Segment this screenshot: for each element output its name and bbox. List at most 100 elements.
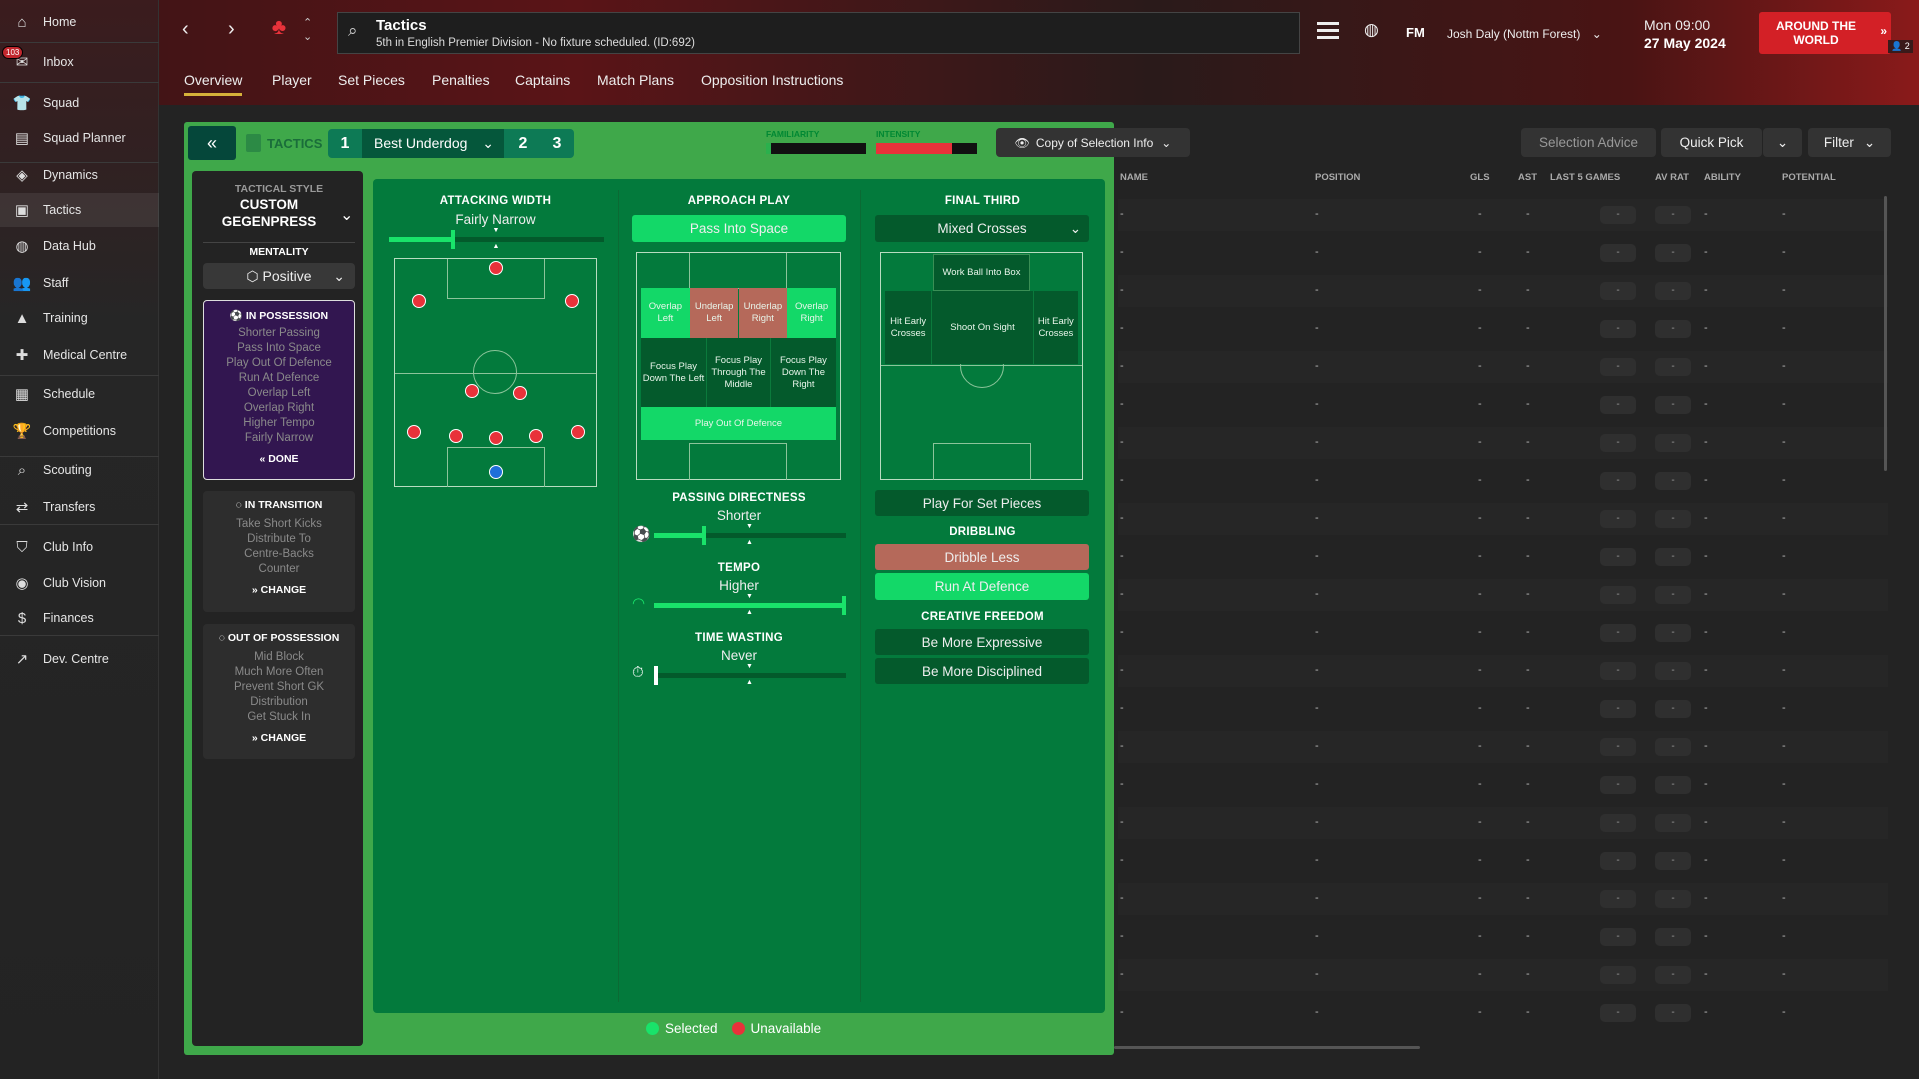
column-header[interactable]: AST bbox=[1518, 172, 1537, 183]
sidebar-item-club-vision[interactable]: ◉ Club Vision bbox=[0, 566, 159, 600]
sidebar-item-home[interactable]: ⌂ Home bbox=[0, 5, 159, 39]
globe-icon[interactable]: ◍ bbox=[1364, 20, 1379, 40]
crossing-dropdown[interactable]: Mixed Crosses ⌄ bbox=[875, 215, 1089, 242]
table-row[interactable]: -------- bbox=[1118, 389, 1888, 421]
club-crest-icon[interactable]: ♣ bbox=[268, 14, 290, 50]
sidebar-item-dev-centre[interactable]: ↗ Dev. Centre bbox=[0, 642, 159, 676]
sidebar-item-data-hub[interactable]: ◍ Data Hub bbox=[0, 229, 159, 263]
tactical-style-dropdown[interactable]: CUSTOM GEGENPRESS bbox=[203, 196, 335, 230]
table-row[interactable]: -------- bbox=[1118, 693, 1888, 725]
sidebar-item-staff[interactable]: 👥 Staff bbox=[0, 266, 159, 300]
goalkeeper-marker[interactable] bbox=[488, 465, 503, 480]
zone-work-ball-into-box[interactable]: Work Ball Into Box bbox=[933, 254, 1030, 292]
time-wasting-slider[interactable]: ▼ ▲ bbox=[654, 663, 846, 686]
column-header[interactable]: ABILITY bbox=[1704, 172, 1741, 183]
tab-overview[interactable]: Overview bbox=[184, 72, 243, 96]
tab-captains[interactable]: Captains bbox=[515, 72, 570, 88]
sidebar-item-training[interactable]: ▲ Training bbox=[0, 301, 159, 335]
table-row[interactable]: -------- bbox=[1118, 845, 1888, 877]
column-header[interactable]: POTENTIAL bbox=[1782, 172, 1836, 183]
vertical-scrollbar[interactable] bbox=[1884, 196, 1887, 471]
dribble-less-button[interactable]: Dribble Less bbox=[875, 544, 1089, 570]
be-more-disciplined-button[interactable]: Be More Disciplined bbox=[875, 658, 1089, 684]
in-transition-box[interactable]: ◌ IN TRANSITION Take Short Kicks Distribu… bbox=[203, 491, 355, 612]
zone-hit-early-crosses-right[interactable]: Hit Early Crosses bbox=[1033, 291, 1078, 364]
zone-focus-right[interactable]: Focus Play Down The Right bbox=[770, 337, 836, 408]
column-header[interactable]: POSITION bbox=[1315, 172, 1360, 183]
in-possession-box[interactable]: ⚽ IN POSSESSION Shorter Passing Pass Into… bbox=[203, 300, 355, 480]
quick-pick-dropdown[interactable]: ⌄ bbox=[1763, 128, 1802, 157]
menu-icon[interactable] bbox=[1317, 22, 1339, 39]
table-row[interactable]: -------- bbox=[1118, 807, 1888, 839]
change-oop-button[interactable]: » CHANGE bbox=[203, 732, 355, 744]
passing-directness-slider[interactable]: ▼ ▲ bbox=[654, 523, 846, 546]
collapse-button[interactable]: « bbox=[188, 126, 236, 160]
mentality-dropdown[interactable]: ⬡ Positive ⌄ bbox=[203, 263, 355, 289]
tempo-slider[interactable]: ▼ ▲ bbox=[654, 593, 846, 616]
tactic-slot-3[interactable]: 3 bbox=[542, 129, 572, 158]
sidebar-item-squad-planner[interactable]: ▤ Squad Planner bbox=[0, 121, 159, 155]
chevron-down-icon[interactable]: ⌄ bbox=[340, 205, 353, 225]
table-row[interactable]: -------- bbox=[1118, 731, 1888, 763]
table-row[interactable]: -------- bbox=[1118, 199, 1888, 231]
run-at-defence-button[interactable]: Run At Defence bbox=[875, 573, 1089, 600]
play-for-set-pieces-button[interactable]: Play For Set Pieces bbox=[875, 490, 1089, 516]
change-transition-button[interactable]: » CHANGE bbox=[203, 584, 355, 596]
sidebar-item-finances[interactable]: $ Finances bbox=[0, 601, 159, 635]
fm-logo[interactable]: FM bbox=[1406, 25, 1425, 40]
done-button[interactable]: « DONE bbox=[204, 453, 354, 465]
zone-focus-left[interactable]: Focus Play Down The Left bbox=[641, 337, 706, 408]
continue-button[interactable]: AROUND THE WORLD » bbox=[1759, 12, 1891, 54]
column-header[interactable]: NAME bbox=[1120, 172, 1148, 183]
out-of-possession-box[interactable]: ◌ OUT OF POSSESSION Mid Block Much More O… bbox=[203, 624, 355, 759]
player-marker[interactable] bbox=[488, 261, 503, 276]
table-row[interactable]: -------- bbox=[1118, 351, 1888, 383]
zone-shoot-on-sight[interactable]: Shoot On Sight bbox=[931, 291, 1034, 364]
table-row[interactable]: -------- bbox=[1118, 883, 1888, 915]
tab-opposition-instructions[interactable]: Opposition Instructions bbox=[701, 72, 843, 88]
zone-underlap-left[interactable]: Underlap Left bbox=[689, 288, 739, 338]
back-button[interactable]: ‹ bbox=[182, 18, 189, 41]
player-marker[interactable] bbox=[570, 424, 585, 439]
sidebar-item-transfers[interactable]: ⇄ Transfers bbox=[0, 490, 159, 524]
column-header[interactable]: GLS bbox=[1470, 172, 1490, 183]
player-marker[interactable] bbox=[564, 293, 579, 308]
zone-play-out-of-defence[interactable]: Play Out Of Defence bbox=[641, 407, 836, 440]
sidebar-item-competitions[interactable]: 🏆 Competitions bbox=[0, 414, 159, 448]
player-marker[interactable] bbox=[412, 293, 427, 308]
table-row[interactable]: -------- bbox=[1118, 275, 1888, 307]
sidebar-item-tactics[interactable]: ▣ Tactics bbox=[0, 193, 159, 227]
table-row[interactable]: -------- bbox=[1118, 313, 1888, 345]
player-marker[interactable] bbox=[449, 429, 464, 444]
player-marker[interactable] bbox=[407, 424, 422, 439]
tactic-selector[interactable]: Best Underdog ⌄ bbox=[362, 129, 504, 158]
tab-match-plans[interactable]: Match Plans bbox=[597, 72, 674, 88]
tab-player[interactable]: Player bbox=[272, 72, 312, 88]
zone-overlap-left[interactable]: Overlap Left bbox=[641, 288, 690, 338]
tab-set-pieces[interactable]: Set Pieces bbox=[338, 72, 405, 88]
tactic-slot-2[interactable]: 2 bbox=[508, 129, 538, 158]
sidebar-item-medical-centre[interactable]: ✚ Medical Centre bbox=[0, 338, 159, 372]
player-marker[interactable] bbox=[465, 383, 480, 398]
table-row[interactable]: -------- bbox=[1118, 427, 1888, 459]
table-row[interactable]: -------- bbox=[1118, 921, 1888, 953]
sidebar-item-squad[interactable]: 👕 Squad bbox=[0, 86, 159, 120]
sidebar-item-dynamics[interactable]: ◈ Dynamics bbox=[0, 158, 159, 192]
horizontal-scrollbar[interactable] bbox=[1114, 1046, 1420, 1049]
club-switch-icon[interactable]: ⌃ ⌄ bbox=[303, 16, 312, 44]
table-row[interactable]: -------- bbox=[1118, 655, 1888, 687]
sidebar-item-scouting[interactable]: ⌕ Scouting bbox=[0, 453, 159, 487]
table-row[interactable]: -------- bbox=[1118, 617, 1888, 649]
attacking-width-slider[interactable]: ▼ ▲ bbox=[389, 227, 604, 250]
table-row[interactable]: -------- bbox=[1118, 503, 1888, 535]
zone-focus-middle[interactable]: Focus Play Through The Middle bbox=[706, 337, 771, 408]
table-row[interactable]: -------- bbox=[1118, 237, 1888, 269]
be-more-expressive-button[interactable]: Be More Expressive bbox=[875, 629, 1089, 655]
table-row[interactable]: -------- bbox=[1118, 997, 1888, 1029]
manager-menu[interactable]: Josh Daly (Nottm Forest) ⌄ bbox=[1447, 27, 1602, 41]
search-bar[interactable]: ⌕ Tactics 5th in English Premier Divisio… bbox=[337, 12, 1300, 54]
tab-penalties[interactable]: Penalties bbox=[432, 72, 490, 88]
tactic-slot-1[interactable]: 1 bbox=[330, 129, 360, 158]
player-marker[interactable] bbox=[488, 431, 503, 446]
table-row[interactable]: -------- bbox=[1118, 769, 1888, 801]
